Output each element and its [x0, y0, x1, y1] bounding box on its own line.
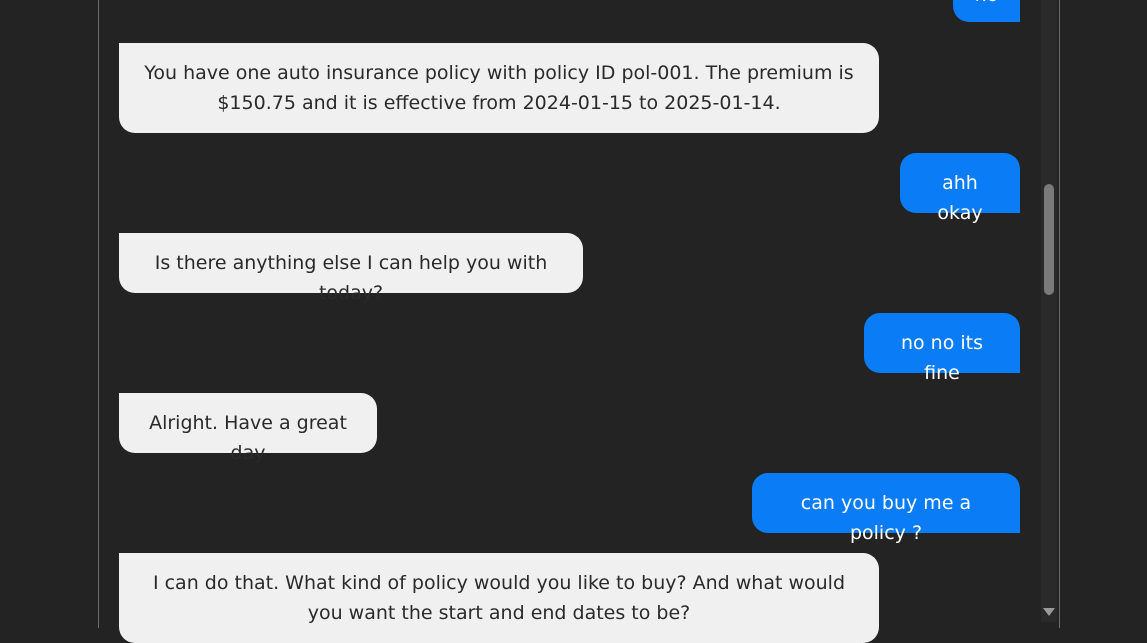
- bot-message: You have one auto insurance policy with …: [119, 43, 879, 133]
- bot-message: I can do that. What kind of policy would…: [119, 553, 879, 643]
- scrollbar-thumb[interactable]: [1044, 184, 1054, 295]
- scrollbar-track[interactable]: [1041, 0, 1057, 622]
- user-message: can you buy me a policy ?: [752, 473, 1020, 544]
- scroll-down-arrow-icon[interactable]: [1043, 608, 1055, 616]
- user-message: ahh okay: [900, 153, 1020, 224]
- user-message: no no its fine: [864, 313, 1020, 384]
- bot-message: Is there anything else I can help you wi…: [119, 233, 583, 304]
- bot-message: Alright. Have a great day: [119, 393, 377, 464]
- user-message: no: [953, 0, 1020, 22]
